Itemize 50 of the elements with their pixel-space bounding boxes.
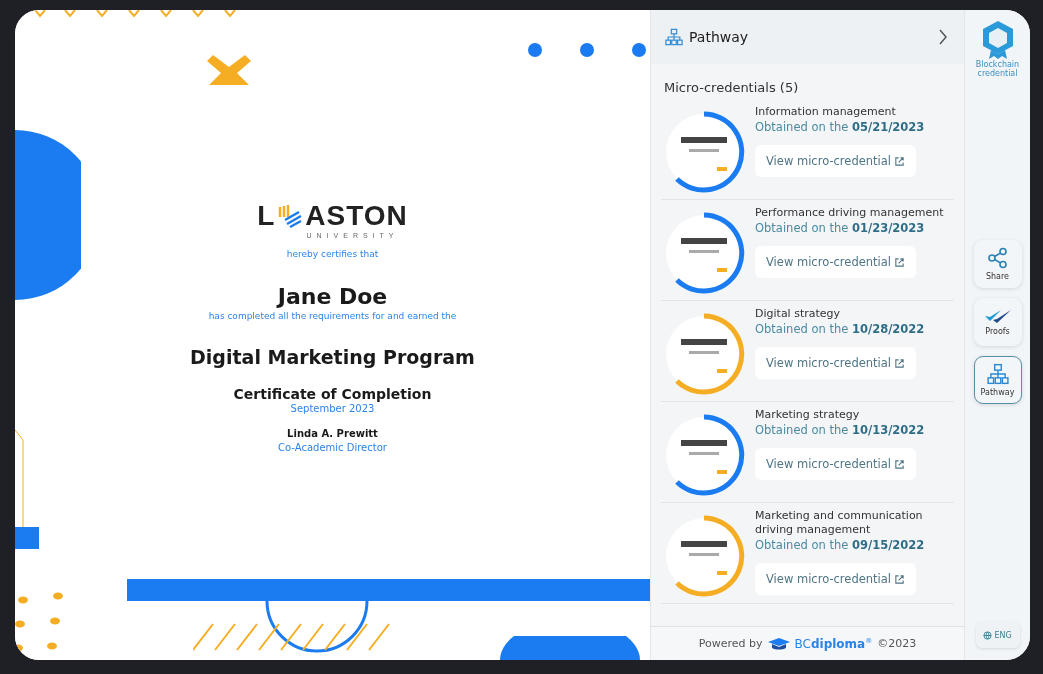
credential-name: Marketing and communication driving management [755,509,924,537]
cube-ribbon-icon [980,20,1015,60]
obtained-date: Obtained on the 01/23/2023 [755,220,926,236]
credential-name: Marketing strategy [755,408,861,422]
view-credential-button[interactable]: View micro-credential [755,563,917,595]
external-link-icon [894,357,906,369]
recipient-name: Jane Doe [277,284,388,309]
hierarchy-icon [665,28,683,46]
hierarchy-icon [986,363,1009,385]
credential-name: Digital strategy [755,307,842,321]
obtained-date: Obtained on the 10/13/2022 [755,422,925,438]
credential-name: Information management [755,105,897,119]
obtained-date: Obtained on the 05/21/2023 [755,119,925,135]
view-credential-button[interactable]: View micro-credential [755,448,917,480]
graduation-cap-icon [767,637,790,650]
obtained-date: Obtained on the 09/15/2022 [755,537,926,553]
award-title: Certificate of Completion [233,386,432,402]
obtained-date: Obtained on the 10/28/2022 [755,321,925,337]
program-title: Digital Marketing Program [190,346,475,368]
statement-text: has completed all the requirements for and earned the [208,311,457,321]
logo-mark-icon [277,203,304,229]
logo-text: L [257,202,276,230]
sidebar-button[interactable]: Share [973,240,1022,288]
signer-role: Co-Academic Director [278,442,387,453]
brand-caption: Blockchain credential [974,60,1021,78]
language-button[interactable]: ENG [975,622,1020,648]
view-credential-button[interactable]: View micro-credential [755,347,917,379]
sidebar-button[interactable]: Proofs [973,298,1022,346]
sidebar-button[interactable]: Pathway [973,356,1022,404]
section-heading: Micro-credentials (5) [664,80,800,95]
chevron-right-icon[interactable] [938,29,948,45]
external-link-icon [894,256,906,268]
intro-text: hereby certifies that [286,249,379,259]
globe-icon [983,630,993,640]
external-link-icon [894,458,906,470]
external-link-icon [894,155,906,167]
copyright-text: ©2023 [877,637,917,650]
view-credential-button[interactable]: View micro-credential [755,246,917,278]
external-link-icon [894,573,906,585]
panel-title: Pathway [689,29,750,45]
view-credential-button[interactable]: View micro-credential [755,145,917,177]
powered-by-text: Powered by [698,637,763,650]
award-date: September 2023 [290,403,375,414]
share-icon [986,247,1009,269]
credential-name: Performance driving management [755,206,944,220]
bar-shape [15,527,39,549]
dots-shape [15,590,65,652]
signer-name: Linda A. Prewitt [287,428,378,439]
brand-logo-text: BCdiploma$^{®}$ [794,636,873,651]
logo-text: ASTON [305,202,408,230]
